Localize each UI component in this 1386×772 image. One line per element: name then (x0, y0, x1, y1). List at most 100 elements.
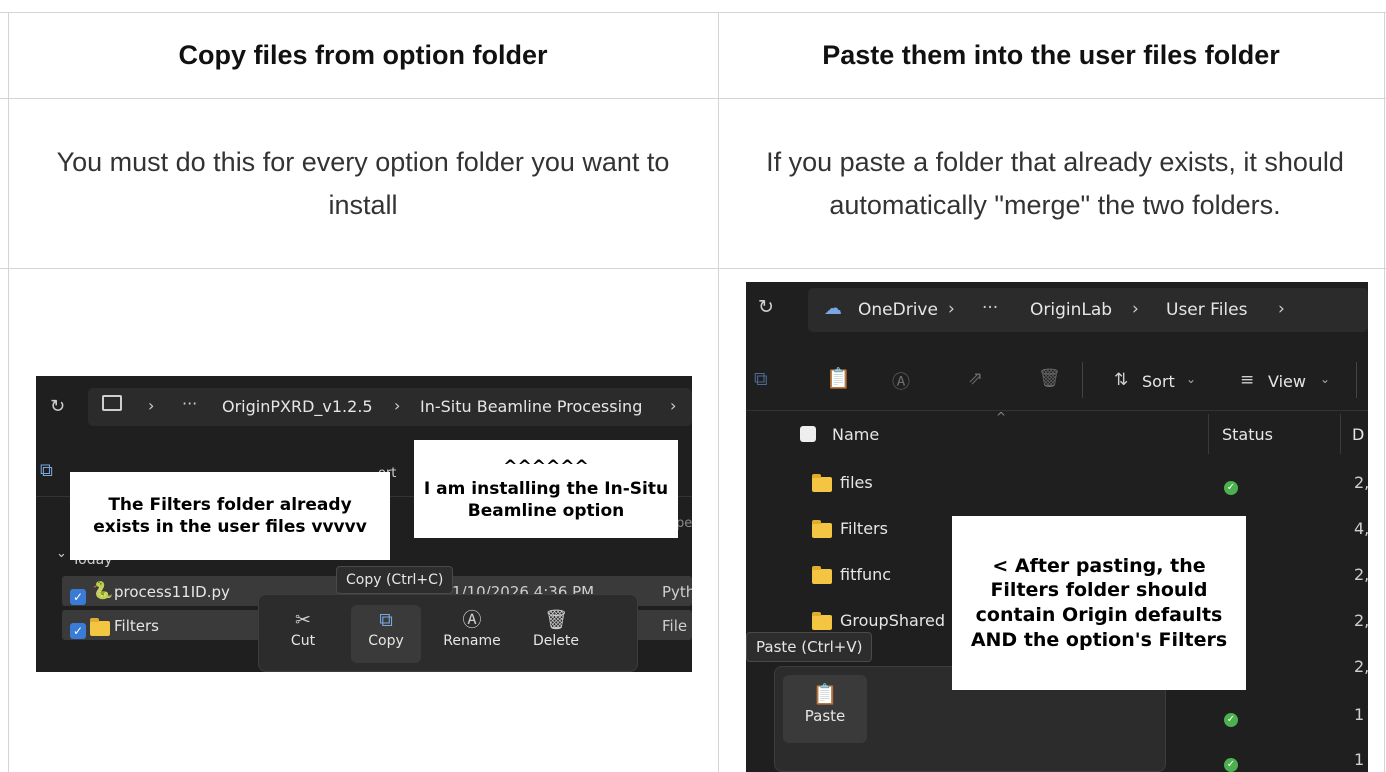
sort-button[interactable]: Sort (1142, 372, 1175, 391)
folder-name[interactable]: Filters (840, 519, 888, 538)
paste-toolbar-icon[interactable]: 📋 (826, 366, 851, 390)
rename-button[interactable]: Ⓐ Rename (437, 607, 507, 649)
rename-icon[interactable]: Ⓐ (892, 368, 910, 394)
type-column-partial: pe (676, 516, 692, 531)
column-header-name[interactable]: Name (832, 425, 879, 444)
rename-icon: Ⓐ (462, 609, 482, 631)
paste-label: Paste (804, 707, 846, 725)
header-copy-files: Copy files from option folder (178, 39, 548, 70)
ellipsis-button[interactable]: ··· (982, 298, 998, 318)
divider (746, 410, 1368, 411)
breadcrumb-item[interactable]: OriginPXRD_v1.2.5 (222, 397, 373, 416)
column-header-status[interactable]: Status (1222, 425, 1273, 444)
group-chevron-icon[interactable]: ⌄ (56, 546, 67, 561)
file-date: 1 (1354, 750, 1365, 769)
sort-caret-icon: ^ (996, 410, 1007, 424)
sort-icon: ⇅ (1114, 370, 1129, 390)
folder-name[interactable]: files (840, 473, 873, 492)
row-checkbox[interactable]: ✓ (70, 583, 86, 605)
cut-label: Cut (290, 633, 316, 649)
address-bar[interactable]: › ··· OriginPXRD_v1.2.5 › In-Situ Beamli… (88, 388, 692, 426)
chevron-right-icon: › (394, 396, 401, 415)
new-item-icon[interactable]: ⧉ (40, 460, 53, 481)
copy-explorer-screenshot: ↻ › ··· OriginPXRD_v1.2.5 › In-Situ Beam… (36, 376, 692, 672)
header-paste-files: Paste them into the user files folder (822, 39, 1280, 70)
cloud-icon: ☁ (824, 298, 842, 319)
column-divider (1208, 414, 1209, 454)
file-date: 4, (1354, 519, 1368, 538)
copy-tooltip: Copy (Ctrl+C) (336, 566, 454, 594)
sync-ok-icon: ✓ (1224, 752, 1238, 772)
file-date: 2, (1354, 473, 1368, 492)
refresh-icon[interactable]: ↻ (758, 296, 774, 318)
table-border-left (8, 12, 9, 772)
folder-icon (90, 618, 110, 638)
column-divider (1340, 414, 1341, 454)
trash-icon[interactable]: 🗑 (1038, 368, 1061, 389)
row-checkbox[interactable]: ✓ (70, 617, 86, 639)
folder-name[interactable]: Filters (114, 617, 159, 635)
table-border-header (0, 98, 1386, 99)
folder-icon (812, 566, 832, 586)
description-right: If you paste a folder that already exist… (766, 146, 1344, 220)
chevron-down-icon: ⌄ (1186, 372, 1197, 386)
chevron-right-icon: › (148, 396, 155, 415)
table-border-right (1384, 12, 1385, 772)
context-menu: ✂ Cut ⧉ Copy Ⓐ Rename 🗑 Delete (258, 594, 638, 672)
callout-installing-option: ^^^^^^ I am installing the In-Situ Beaml… (414, 440, 678, 538)
ellipsis-button[interactable]: ··· (182, 394, 197, 413)
file-name[interactable]: process11ID.py (114, 583, 230, 601)
view-button[interactable]: View (1268, 372, 1306, 391)
chevron-right-icon: › (670, 396, 677, 415)
file-date: 2, (1354, 565, 1368, 584)
select-all-checkbox[interactable] (800, 426, 816, 442)
description-left: You must do this for every option folder… (56, 146, 670, 220)
chevron-right-icon: › (1278, 299, 1285, 319)
chevron-right-icon: › (1132, 299, 1139, 319)
breadcrumb-item[interactable]: OriginLab (1030, 300, 1112, 320)
refresh-icon[interactable]: ↻ (50, 396, 65, 417)
file-type: File (662, 617, 688, 635)
folder-name[interactable]: fitfunc (840, 565, 891, 584)
paste-button[interactable]: 📋 Paste (783, 675, 867, 743)
folder-icon (812, 520, 832, 540)
sync-ok-icon: ✓ (1224, 475, 1238, 495)
new-item-icon[interactable]: ⧉ (754, 368, 768, 390)
rename-label: Rename (443, 633, 501, 649)
column-header-date[interactable]: D (1352, 425, 1364, 444)
breadcrumb-item[interactable]: User Files (1166, 300, 1247, 320)
table-border-middle (718, 12, 719, 772)
file-date: 2, (1354, 611, 1368, 630)
delete-button[interactable]: 🗑 Delete (521, 607, 591, 649)
view-icon: ≡ (1240, 370, 1255, 390)
cut-button[interactable]: ✂ Cut (273, 607, 333, 649)
monitor-icon (102, 395, 122, 411)
python-file-icon: 🐍 (92, 581, 114, 601)
breadcrumb-item[interactable]: OneDrive (858, 300, 938, 320)
callout-filters-exists: The Filters folder already exists in the… (70, 472, 390, 560)
callout-after-pasting: < After pasting, the Filters folder shou… (952, 516, 1246, 690)
copy-button[interactable]: ⧉ Copy (351, 605, 421, 663)
table-border-desc (0, 268, 1386, 269)
toolbar-divider (1356, 362, 1357, 398)
scissors-icon: ✂ (295, 609, 311, 631)
folder-name[interactable]: GroupShared (840, 611, 945, 630)
breadcrumb-item[interactable]: In-Situ Beamline Processing (420, 397, 642, 416)
toolbar-divider (1082, 362, 1083, 398)
sync-ok-icon: ✓ (1224, 707, 1238, 727)
file-date: 1 (1354, 705, 1365, 724)
paste-explorer-screenshot: ↻ ☁ OneDrive › ··· OriginLab › User File… (746, 282, 1368, 772)
trash-icon: 🗑 (543, 609, 569, 631)
address-bar[interactable]: ☁ OneDrive › ··· OriginLab › User Files … (808, 288, 1368, 332)
chevron-down-icon: ⌄ (1320, 372, 1331, 386)
share-icon[interactable]: ⇗ (968, 368, 983, 389)
file-type: Pyth (662, 583, 692, 601)
delete-label: Delete (533, 633, 579, 649)
copy-icon: ⧉ (379, 609, 393, 631)
copy-label: Copy (368, 633, 404, 649)
file-date: 2, (1354, 657, 1368, 676)
folder-icon (812, 474, 832, 494)
chevron-right-icon: › (948, 299, 955, 319)
folder-icon (812, 612, 832, 632)
paste-icon: 📋 (812, 682, 838, 706)
